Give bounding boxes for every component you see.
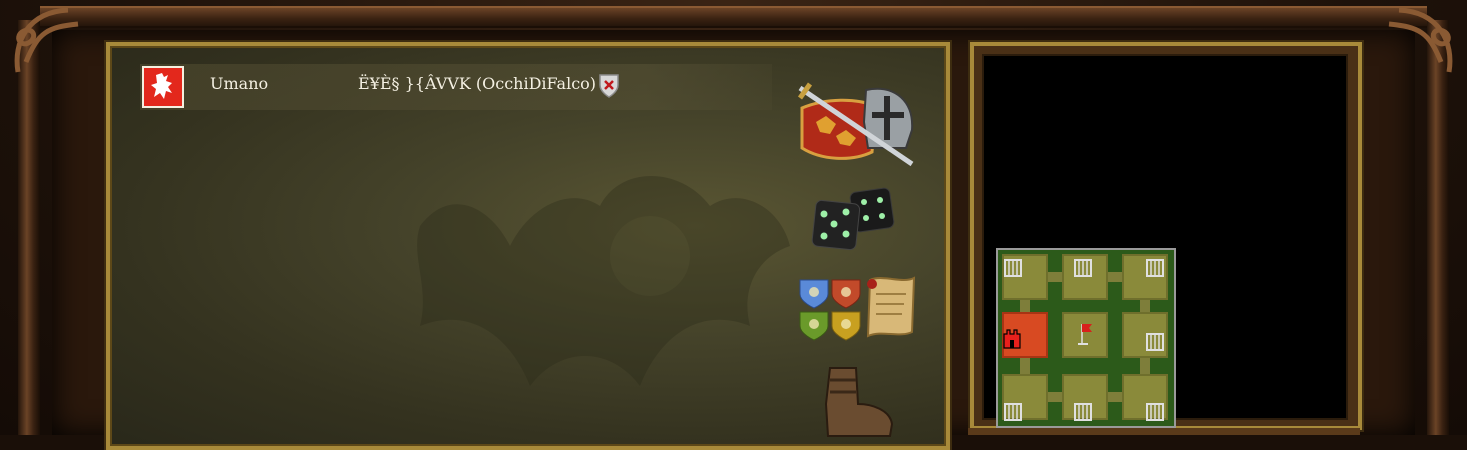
map-preview-panel: [970, 42, 1362, 430]
castle-gate-icon: [1074, 403, 1092, 421]
player-castle-icon: [1003, 329, 1021, 349]
lion-rampant-icon: [151, 73, 172, 99]
minimap[interactable]: [996, 248, 1176, 428]
road: [1020, 358, 1030, 374]
map-preview-area: [982, 54, 1348, 428]
castle-gate-icon: [1146, 333, 1164, 351]
boot-icon[interactable]: [816, 364, 896, 444]
map-scroll-icon[interactable]: [862, 274, 920, 340]
road: [1048, 392, 1062, 402]
player-emblem[interactable]: [142, 66, 184, 108]
player-name-label: Ë¥È§ }{ÂVVK (OcchiDiFalco): [358, 74, 597, 93]
player-type-label: Umano: [210, 74, 269, 93]
frame-right-bar: [1427, 20, 1449, 435]
celtic-knot-right-icon: [1388, 7, 1453, 73]
road: [1108, 272, 1122, 282]
road: [1048, 272, 1062, 282]
castle-gate-icon: [1146, 403, 1164, 421]
frame-left-bar: [18, 20, 40, 435]
sword-shield-helmet-icon[interactable]: [796, 82, 916, 172]
heraldic-eagle-watermark-icon: [417, 176, 790, 386]
frame-top-bar: [40, 6, 1427, 28]
castle-gate-icon: [1004, 259, 1022, 277]
castle-gate-icon: [1074, 259, 1092, 277]
team-shields-icon[interactable]: [798, 278, 864, 344]
bottom-panel-edge: [968, 428, 1360, 435]
castle-gate-icon: [1146, 259, 1164, 277]
castle-gate-icon: [1004, 403, 1022, 421]
road: [1020, 300, 1030, 312]
center-flag-icon: [1078, 324, 1092, 345]
kick-player-icon[interactable]: [598, 73, 620, 99]
dice-icon[interactable]: [810, 184, 900, 254]
road: [1140, 358, 1150, 374]
player-row[interactable]: Umano Ë¥È§ }{ÂVVK (OcchiDiFalco): [140, 64, 772, 110]
celtic-knot-left-icon: [14, 7, 79, 73]
road: [1108, 392, 1122, 402]
road: [1140, 300, 1150, 312]
player-lobby-panel: Umano Ë¥È§ }{ÂVVK (OcchiDiFalco): [106, 42, 950, 450]
